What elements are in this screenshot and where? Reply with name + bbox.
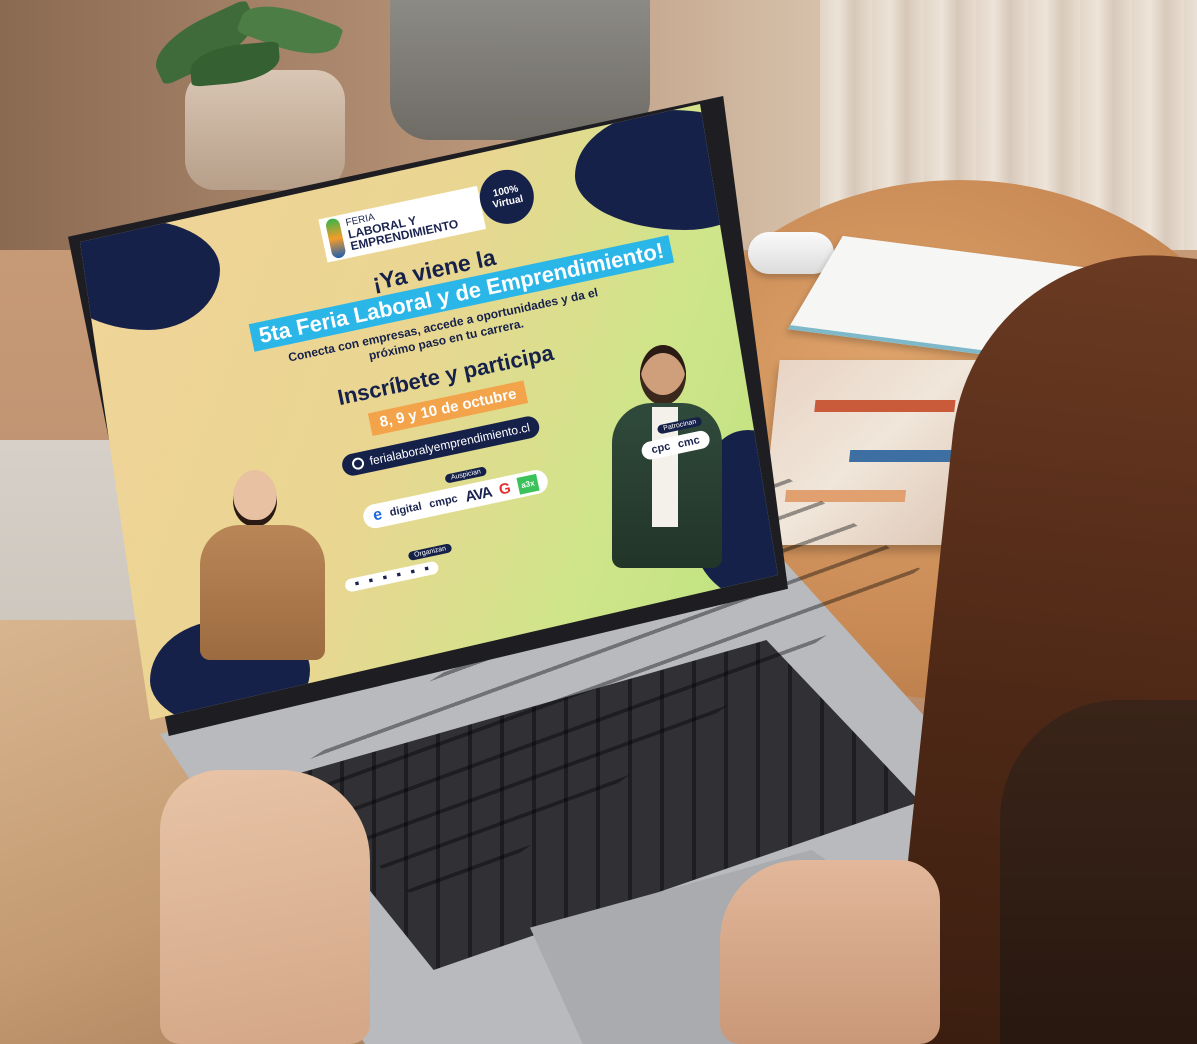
organizer-logo: ■: [410, 568, 416, 576]
organizer-logo: ■: [368, 577, 374, 585]
organizan-label: Organizan: [407, 543, 453, 562]
organizer-logos: ■ ■ ■ ■ ■ ■: [343, 560, 440, 593]
right-hand: [720, 860, 940, 1044]
sponsor-logo: digital: [388, 500, 423, 519]
globe-icon: [350, 456, 366, 471]
patron-logos: cpc cmc: [640, 429, 712, 462]
photo-scene: FERIA LABORAL Y EMPRENDIMIENTO 100% Virt…: [0, 0, 1197, 1044]
patron-logo: cpc: [650, 440, 672, 457]
sponsor-logo: AVA: [463, 483, 494, 506]
logo-year-mark: [324, 217, 347, 260]
earbuds-case: [748, 232, 834, 274]
plant-pot-large: [390, 0, 650, 140]
sponsor-logo: cmpc: [428, 492, 459, 511]
virtual-badge: 100% Virtual: [474, 164, 539, 229]
left-hand: [160, 770, 370, 1044]
organizer-logo: ■: [382, 574, 388, 582]
logo-text: FERIA LABORAL Y EMPRENDIMIENTO: [345, 196, 460, 253]
organizer-logo: ■: [354, 580, 360, 588]
sponsor-logo: G: [497, 479, 513, 499]
notebook-pattern: [814, 400, 956, 412]
sponsor-logo: e: [371, 505, 384, 525]
plant-pot: [185, 70, 345, 190]
organizer-logo: ■: [396, 571, 402, 579]
organizer-logo: ■: [423, 565, 430, 573]
sponsor-logo: a3x: [516, 473, 540, 495]
patron-logo: cmc: [676, 434, 701, 451]
person-shoulder: [1000, 700, 1197, 1044]
